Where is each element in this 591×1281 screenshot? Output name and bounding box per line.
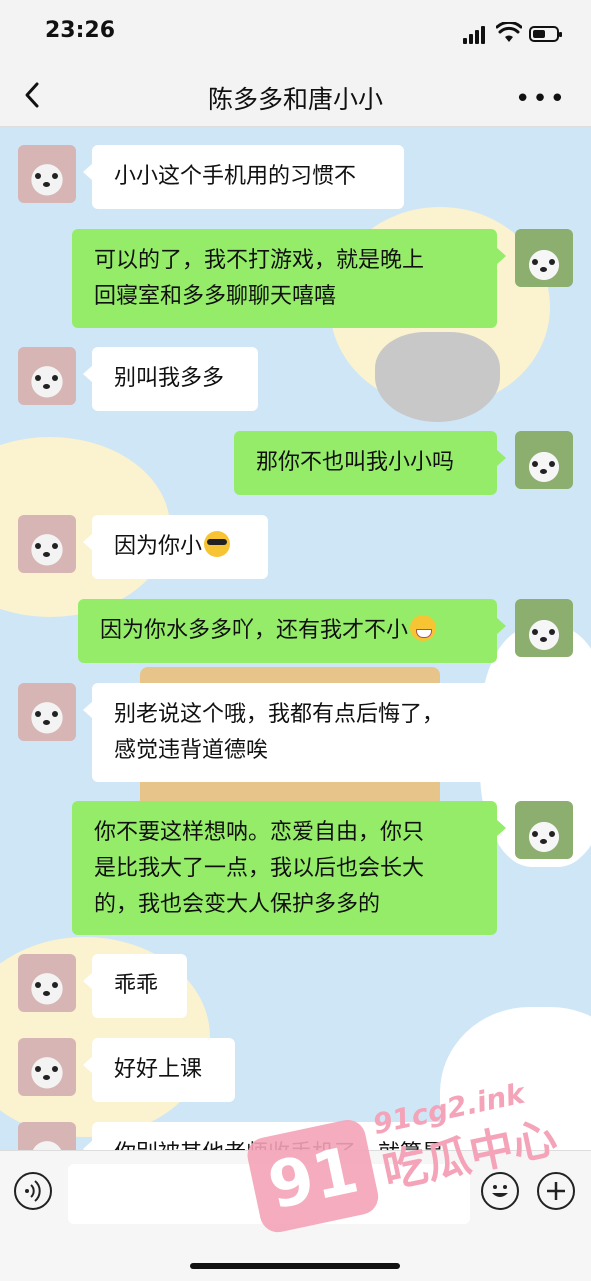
contact-avatar[interactable] <box>18 515 76 573</box>
voice-icon <box>25 1180 41 1202</box>
received-bubble[interactable]: 好好上课 <box>83 1038 235 1102</box>
more-functions-button[interactable] <box>537 1172 575 1210</box>
my-avatar[interactable] <box>515 229 573 287</box>
battery-icon <box>529 26 562 42</box>
laughing-emoji-icon <box>410 615 437 641</box>
contact-avatar[interactable] <box>18 347 76 405</box>
message-input[interactable] <box>68 1164 470 1224</box>
received-bubble[interactable]: 别老说这个哦，我都有点后悔了， 感觉违背道德唉 <box>83 683 516 782</box>
sent-bubble[interactable]: 因为你水多多吖，还有我才不小 <box>78 599 506 663</box>
more-options-icon[interactable]: ••• <box>515 84 567 114</box>
wifi-icon <box>496 22 522 42</box>
background-decoration <box>375 332 500 422</box>
received-bubble[interactable]: 你别被其他老师收手机了，就算是 <box>83 1122 512 1150</box>
status-time: 23:26 <box>45 18 116 43</box>
sent-bubble[interactable]: 你不要这样想呐。恋爱自由，你只 是比我大了一点，我以后也会长大 的，我也会变大人… <box>72 801 506 935</box>
chat-title: 陈多多和唐小小 <box>207 85 383 114</box>
voice-input-button[interactable] <box>14 1172 52 1210</box>
contact-avatar[interactable] <box>18 954 76 1012</box>
nav-bar: 陈多多和唐小小 ••• <box>0 68 591 127</box>
status-bar: 23:26 <box>0 0 591 68</box>
smiley-icon <box>492 1185 508 1197</box>
home-indicator <box>190 1263 400 1269</box>
contact-avatar[interactable] <box>18 1038 76 1096</box>
received-bubble[interactable]: 乖乖 <box>83 954 187 1018</box>
sent-bubble[interactable]: 可以的了，我不打游戏，就是晚上 回寝室和多多聊聊天嘻嘻 <box>72 229 506 328</box>
contact-avatar[interactable] <box>18 683 76 741</box>
received-bubble[interactable]: 小小这个手机用的习惯不 <box>83 145 404 209</box>
chat-area[interactable]: 小小这个手机用的习惯不 可以的了，我不打游戏，就是晚上 回寝室和多多聊聊天嘻嘻 … <box>0 127 591 1150</box>
contact-avatar[interactable] <box>18 145 76 203</box>
emoji-button[interactable] <box>481 1172 519 1210</box>
sent-bubble[interactable]: 那你不也叫我小小吗 <box>234 431 506 495</box>
signal-icon <box>463 26 489 44</box>
message-text: 因为你小 <box>114 534 203 559</box>
my-avatar[interactable] <box>515 599 573 657</box>
message-text: 因为你水多多吖，还有我才不小 <box>100 618 409 643</box>
received-bubble[interactable]: 别叫我多多 <box>83 347 258 411</box>
plus-icon <box>547 1182 565 1200</box>
my-avatar[interactable] <box>515 801 573 859</box>
contact-avatar[interactable] <box>18 1122 76 1150</box>
my-avatar[interactable] <box>515 431 573 489</box>
sunglasses-emoji-icon <box>204 531 231 557</box>
input-bar <box>0 1150 591 1281</box>
received-bubble[interactable]: 因为你小 <box>83 515 268 579</box>
